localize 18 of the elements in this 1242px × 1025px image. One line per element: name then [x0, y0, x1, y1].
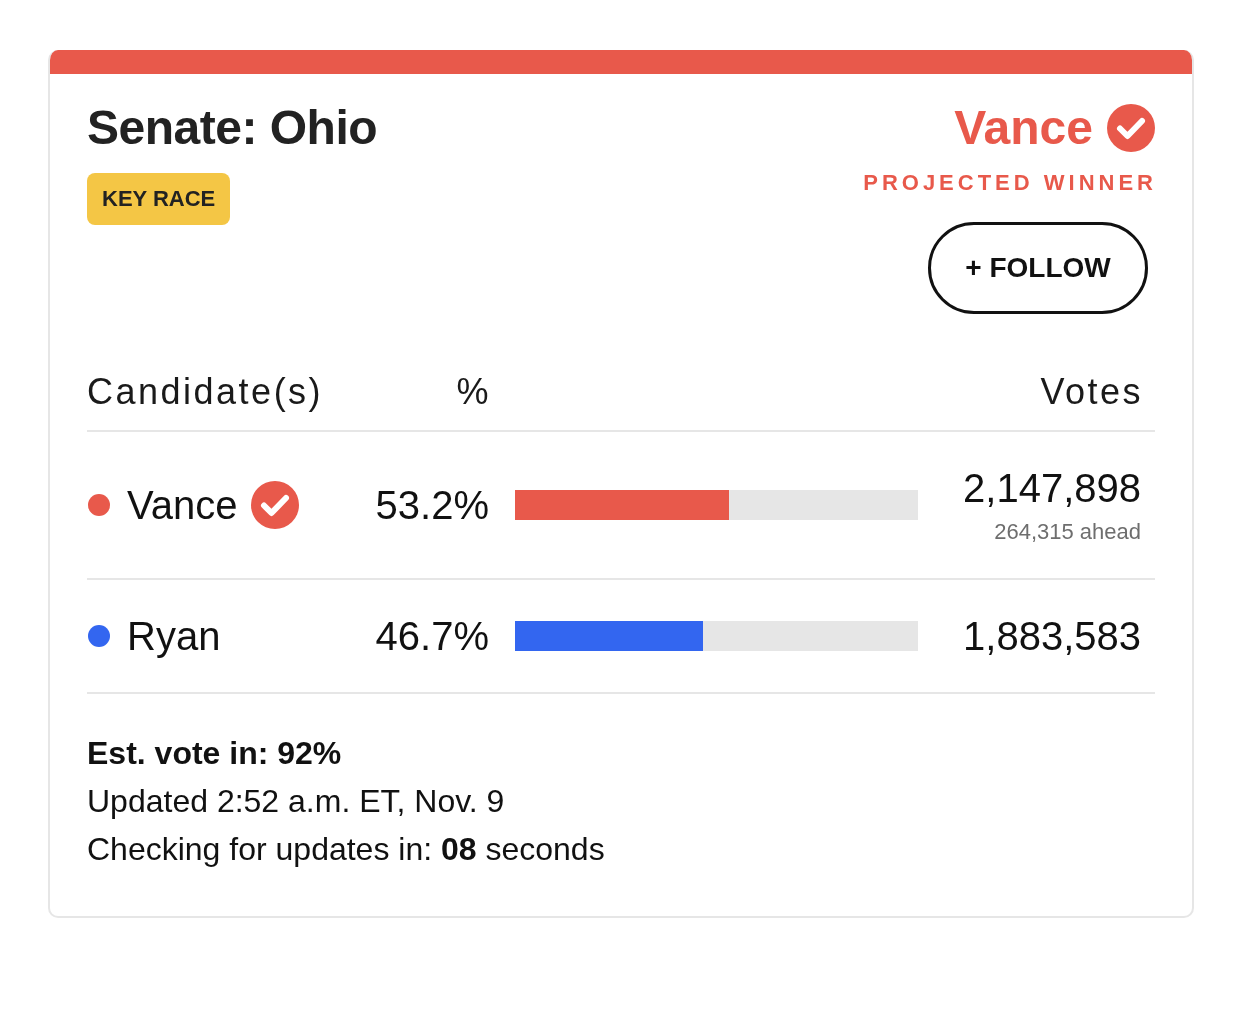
vote-percent: 53.2% [375, 482, 489, 529]
vote-percent: 46.7% [375, 613, 489, 660]
column-header: Votes [1040, 370, 1143, 414]
vote-count: 2,147,898 [963, 465, 1141, 512]
vote-count: 1,883,583 [963, 613, 1141, 660]
candidate-name: Vance [127, 482, 238, 529]
vote-lead: 264,315 ahead [994, 518, 1141, 546]
update-countdown-text: Checking for updates in: 08 seconds [87, 830, 606, 869]
estimated-vote-text: Est. vote in: 92% [87, 734, 343, 773]
updated-time-text: Updated 2:52 a.m. ET, Nov. 9 [87, 782, 506, 821]
winner-name: Vance [954, 100, 1093, 156]
column-header: Candidate(s) [87, 370, 324, 414]
race-title: Senate: Ohio [87, 100, 378, 156]
column-header: % [456, 370, 491, 414]
key-race-badge: KEY RACE [87, 173, 231, 225]
follow-button[interactable]: + FOLLOW [928, 222, 1148, 314]
projected-winner-label: PROJECTED WINNER [863, 170, 1157, 196]
candidate-name: Ryan [127, 613, 221, 660]
